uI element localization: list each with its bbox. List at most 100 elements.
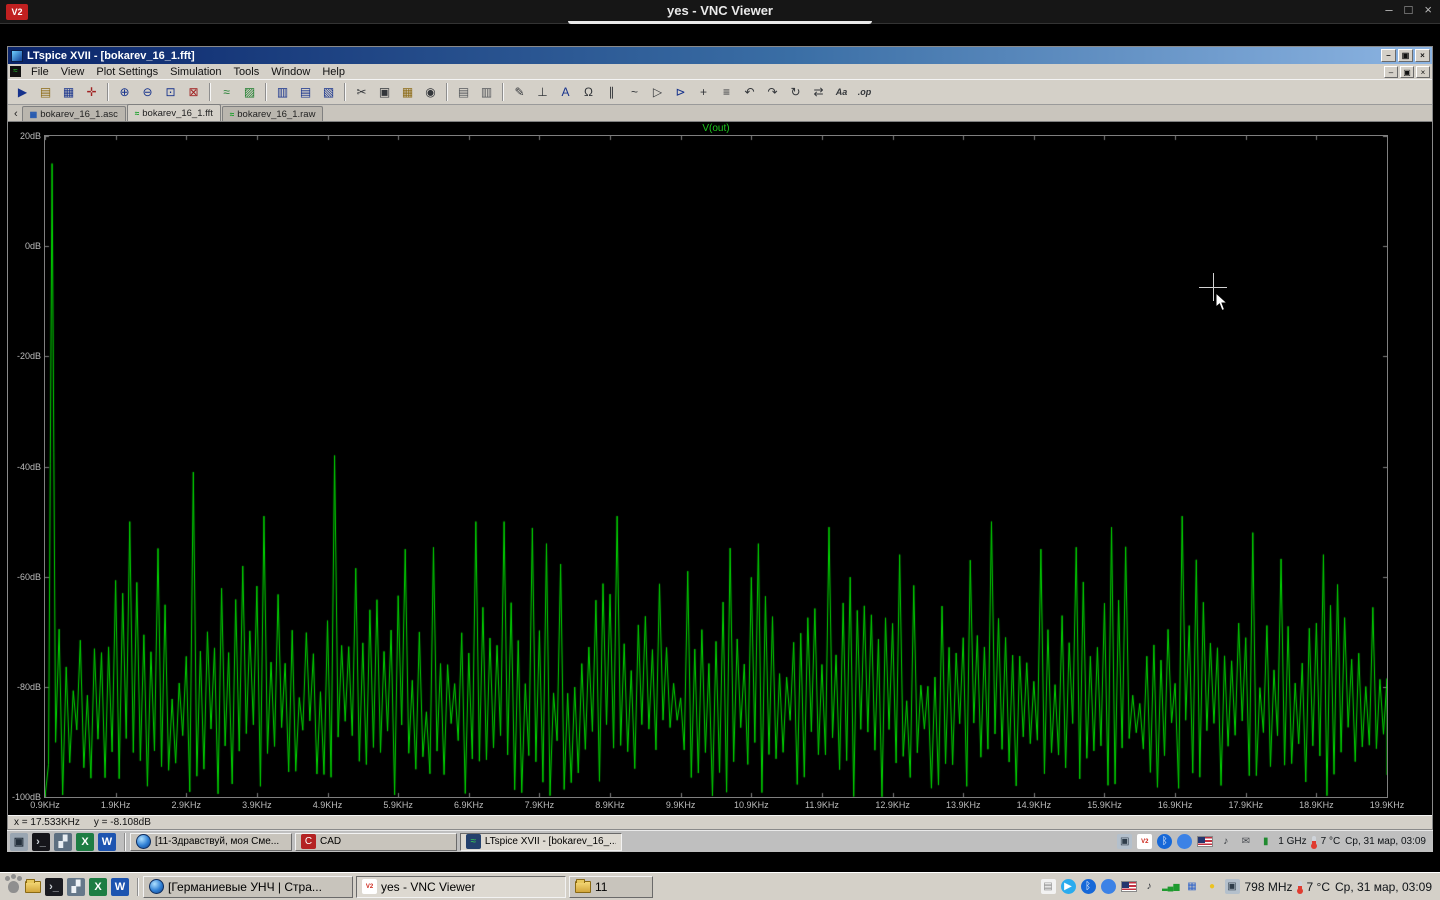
menu-simulation[interactable]: Simulation: [164, 66, 227, 78]
print-icon[interactable]: ▥: [475, 82, 498, 103]
writer-launcher-icon-launcher[interactable]: W: [98, 833, 116, 851]
terminal-launcher-icon: ›_: [32, 833, 50, 851]
vnc-tray-icon[interactable]: V2: [1137, 834, 1152, 849]
ltspice-restore-button[interactable]: ▣: [1398, 49, 1413, 62]
open-icon[interactable]: ▤: [34, 82, 57, 103]
display-tray-icon[interactable]: ▣: [1225, 879, 1240, 894]
vnc-minimize-button[interactable]: –: [1385, 2, 1392, 17]
waveform-pane[interactable]: V(out) 20dB0dB-20dB-40dB-60dB-80dB-100dB…: [8, 122, 1432, 815]
zoom-out-icon[interactable]: ⊖: [136, 82, 159, 103]
pager-launcher-icon-launcher[interactable]: ▞: [67, 878, 85, 896]
menu-help[interactable]: Help: [316, 66, 351, 78]
ltspice-minimize-button[interactable]: –: [1381, 49, 1396, 62]
mdi-minimize-button[interactable]: –: [1384, 66, 1398, 78]
files-launcher-icon-launcher[interactable]: [25, 881, 41, 893]
wire-icon[interactable]: ✎: [508, 82, 531, 103]
ground-icon[interactable]: ⊥: [531, 82, 554, 103]
menu-plot-settings[interactable]: Plot Settings: [90, 66, 164, 78]
inductor-icon[interactable]: ~: [623, 82, 646, 103]
bulb-tray-icon[interactable]: ●: [1205, 879, 1220, 894]
label-icon[interactable]: A: [554, 82, 577, 103]
copy-icon[interactable]: ▣: [373, 82, 396, 103]
autorange-icon[interactable]: ≈: [215, 82, 238, 103]
zoom-full-icon[interactable]: ⊠: [182, 82, 205, 103]
tile-horizontal-icon[interactable]: ▤: [294, 82, 317, 103]
ltspice-titlebar[interactable]: LTspice XVII - [bokarev_16_1.fft] – ▣ ×: [8, 47, 1432, 64]
redo-icon[interactable]: ↷: [761, 82, 784, 103]
cascade-icon[interactable]: ▧: [317, 82, 340, 103]
tab-bokarev_16_1.fft[interactable]: ≈bokarev_16_1.fft: [127, 104, 221, 121]
mirror-icon[interactable]: ⇄: [807, 82, 830, 103]
ltspice-close-button[interactable]: ×: [1415, 49, 1430, 62]
tab-bokarev_16_1.asc[interactable]: ▦bokarev_16_1.asc: [22, 106, 126, 121]
zoom-area-icon[interactable]: ⊡: [159, 82, 182, 103]
rotate-icon[interactable]: ↻: [784, 82, 807, 103]
telegram-tray-icon[interactable]: ▶: [1061, 879, 1076, 894]
menu-file[interactable]: File: [25, 66, 55, 78]
undo-icon[interactable]: ↶: [738, 82, 761, 103]
writer-launcher-icon-launcher[interactable]: W: [111, 878, 129, 896]
tile-vertical-icon[interactable]: ▥: [271, 82, 294, 103]
spreadsheet-launcher-icon-launcher[interactable]: X: [76, 833, 94, 851]
find-icon[interactable]: ◉: [419, 82, 442, 103]
droplet-tray-icon[interactable]: [1177, 834, 1192, 849]
mdi-restore-button[interactable]: ▣: [1400, 66, 1414, 78]
move-icon[interactable]: +: [692, 82, 715, 103]
display-tray-icon[interactable]: ▣: [1117, 834, 1132, 849]
taskbar-window-button[interactable]: CCAD: [295, 833, 457, 851]
pager-launcher-icon-launcher[interactable]: ▞: [54, 833, 72, 851]
terminal-launcher-icon-launcher[interactable]: ›_: [32, 833, 50, 851]
vnc-close-button[interactable]: ×: [1424, 2, 1432, 17]
paste-icon[interactable]: ▦: [396, 82, 419, 103]
taskbar-window-button[interactable]: ≈LTspice XVII - [bokarev_16_...: [460, 833, 622, 851]
y-axis-tick-label: 0dB: [8, 241, 41, 251]
volume-tray-icon[interactable]: ♪: [1218, 834, 1233, 849]
mdi-close-button[interactable]: ×: [1416, 66, 1430, 78]
cpu-frequency: 798 MHz: [1245, 880, 1293, 894]
plot-area[interactable]: [44, 135, 1388, 798]
keyboard-flag-icon[interactable]: [1197, 836, 1213, 847]
battery-tray-icon[interactable]: ▮: [1258, 834, 1273, 849]
ltspice-window-controls: – ▣ ×: [1381, 49, 1430, 62]
droplet-tray-icon[interactable]: [1101, 879, 1116, 894]
run-icon[interactable]: ▶: [11, 82, 34, 103]
save-icon[interactable]: ▦: [57, 82, 80, 103]
chart-tray-icon[interactable]: ▦: [1185, 879, 1200, 894]
volume-tray-icon[interactable]: ♪: [1142, 879, 1157, 894]
resistor-icon[interactable]: Ω: [577, 82, 600, 103]
drag-icon[interactable]: ≡: [715, 82, 738, 103]
menu-tools[interactable]: Tools: [228, 66, 266, 78]
spice-directive-icon[interactable]: .op: [853, 82, 876, 103]
print-preview-icon[interactable]: ▤: [452, 82, 475, 103]
notes-tray-icon[interactable]: ▤: [1041, 879, 1056, 894]
bluetooth-tray-icon[interactable]: ᛒ: [1081, 879, 1096, 894]
spreadsheet-launcher-icon-launcher[interactable]: X: [89, 878, 107, 896]
taskbar-window-button[interactable]: [Германиевые УНЧ | Стра...: [143, 876, 353, 898]
trace-label[interactable]: V(out): [44, 123, 1388, 134]
bluetooth-tray-icon[interactable]: ᛒ: [1157, 834, 1172, 849]
tab-bokarev_16_1.raw[interactable]: ≈bokarev_16_1.raw: [222, 106, 324, 121]
keyboard-flag-icon[interactable]: [1121, 881, 1137, 892]
x-axis-tick-label: 4.9KHz: [300, 800, 356, 810]
start-menu-paw-icon[interactable]: [8, 881, 19, 893]
mail-tray-icon[interactable]: ✉: [1238, 834, 1253, 849]
component-icon[interactable]: ⊳: [669, 82, 692, 103]
control-panel-icon[interactable]: ✛: [80, 82, 103, 103]
diode-icon[interactable]: ▷: [646, 82, 669, 103]
capacitor-icon[interactable]: ∥: [600, 82, 623, 103]
zoom-in-icon[interactable]: ⊕: [113, 82, 136, 103]
signal-tray-icon[interactable]: ▂▄▆: [1162, 879, 1180, 894]
taskbar-window-button[interactable]: 11: [569, 876, 653, 898]
tab-label: bokarev_16_1.fft: [142, 108, 213, 119]
vnc-maximize-button[interactable]: □: [1405, 2, 1413, 17]
menu-view[interactable]: View: [55, 66, 91, 78]
terminal-launcher-icon-launcher[interactable]: ›_: [45, 878, 63, 896]
tab-scroll-left-icon[interactable]: ‹: [10, 108, 22, 121]
cut-icon[interactable]: ✂: [350, 82, 373, 103]
taskbar-window-button[interactable]: [11-Здравствуй, моя Сме...: [130, 833, 292, 851]
plot-settings-icon[interactable]: ▨: [238, 82, 261, 103]
desktop-launcher-icon-launcher[interactable]: ▣: [10, 833, 28, 851]
taskbar-window-button[interactable]: V2yes - VNC Viewer: [356, 876, 566, 898]
text-icon[interactable]: Aa: [830, 82, 853, 103]
menu-window[interactable]: Window: [265, 66, 316, 78]
